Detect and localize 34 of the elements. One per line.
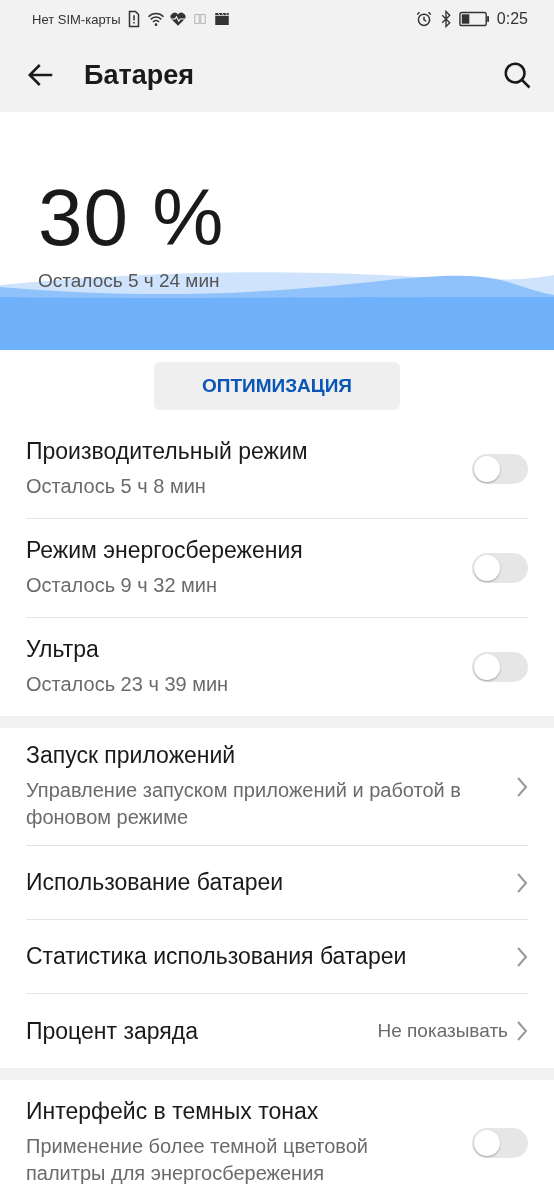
toggle-switch[interactable]	[472, 553, 528, 583]
setting-title[interactable]: Ультра	[26, 636, 460, 663]
setting-description: Управление запуском приложений и работой в фоновом режиме	[26, 778, 462, 830]
setting-description: Осталось 9 ч 32 мин	[26, 573, 219, 598]
setting-description: Осталось 5 ч 8 мин	[26, 474, 207, 499]
clapperboard-icon	[212, 10, 231, 28]
carrier-text: Нет SIM-карты	[32, 11, 121, 27]
setting-title[interactable]: Производительный режим	[26, 438, 460, 465]
setting-value: Не показывать	[377, 1020, 508, 1042]
setting-description: Осталось 23 ч 39 мин	[26, 672, 230, 697]
alarm-icon	[414, 10, 433, 28]
screen-title: Батарея	[84, 59, 195, 91]
remaining-time: Осталось 5 ч 24 мин	[38, 270, 220, 292]
setting-title[interactable]: Статистика использования батареи	[26, 943, 516, 970]
setting-title[interactable]: Процент заряда	[26, 1017, 378, 1045]
chevron-icon	[516, 945, 528, 968]
search-icon[interactable]	[502, 60, 532, 90]
toggle-switch[interactable]	[472, 652, 528, 682]
chevron-icon	[516, 775, 528, 798]
setting-description: Применение более темной цветовой палитры для энергосбережения	[26, 1134, 369, 1186]
toggle-switch[interactable]	[472, 1127, 528, 1158]
chevron-icon	[516, 1020, 528, 1042]
setting-title[interactable]: Запуск приложений	[26, 742, 516, 769]
toggle-switch[interactable]	[472, 454, 528, 484]
clock-text: 0:25	[496, 10, 528, 28]
setting-title[interactable]: Режим энергосбережения	[26, 537, 460, 564]
battery-icon	[458, 9, 489, 29]
chevron-icon	[516, 871, 528, 894]
heart-rate-icon	[168, 10, 187, 28]
optimize-button[interactable]: ОПТИМИЗАЦИЯ	[154, 362, 400, 410]
battery-percentage: 30 %	[37, 172, 225, 258]
setting-title[interactable]: Интерфейс в темных тонах	[26, 1098, 460, 1125]
setting-title[interactable]: Использование батареи	[26, 869, 516, 896]
wifi-icon	[146, 10, 165, 28]
